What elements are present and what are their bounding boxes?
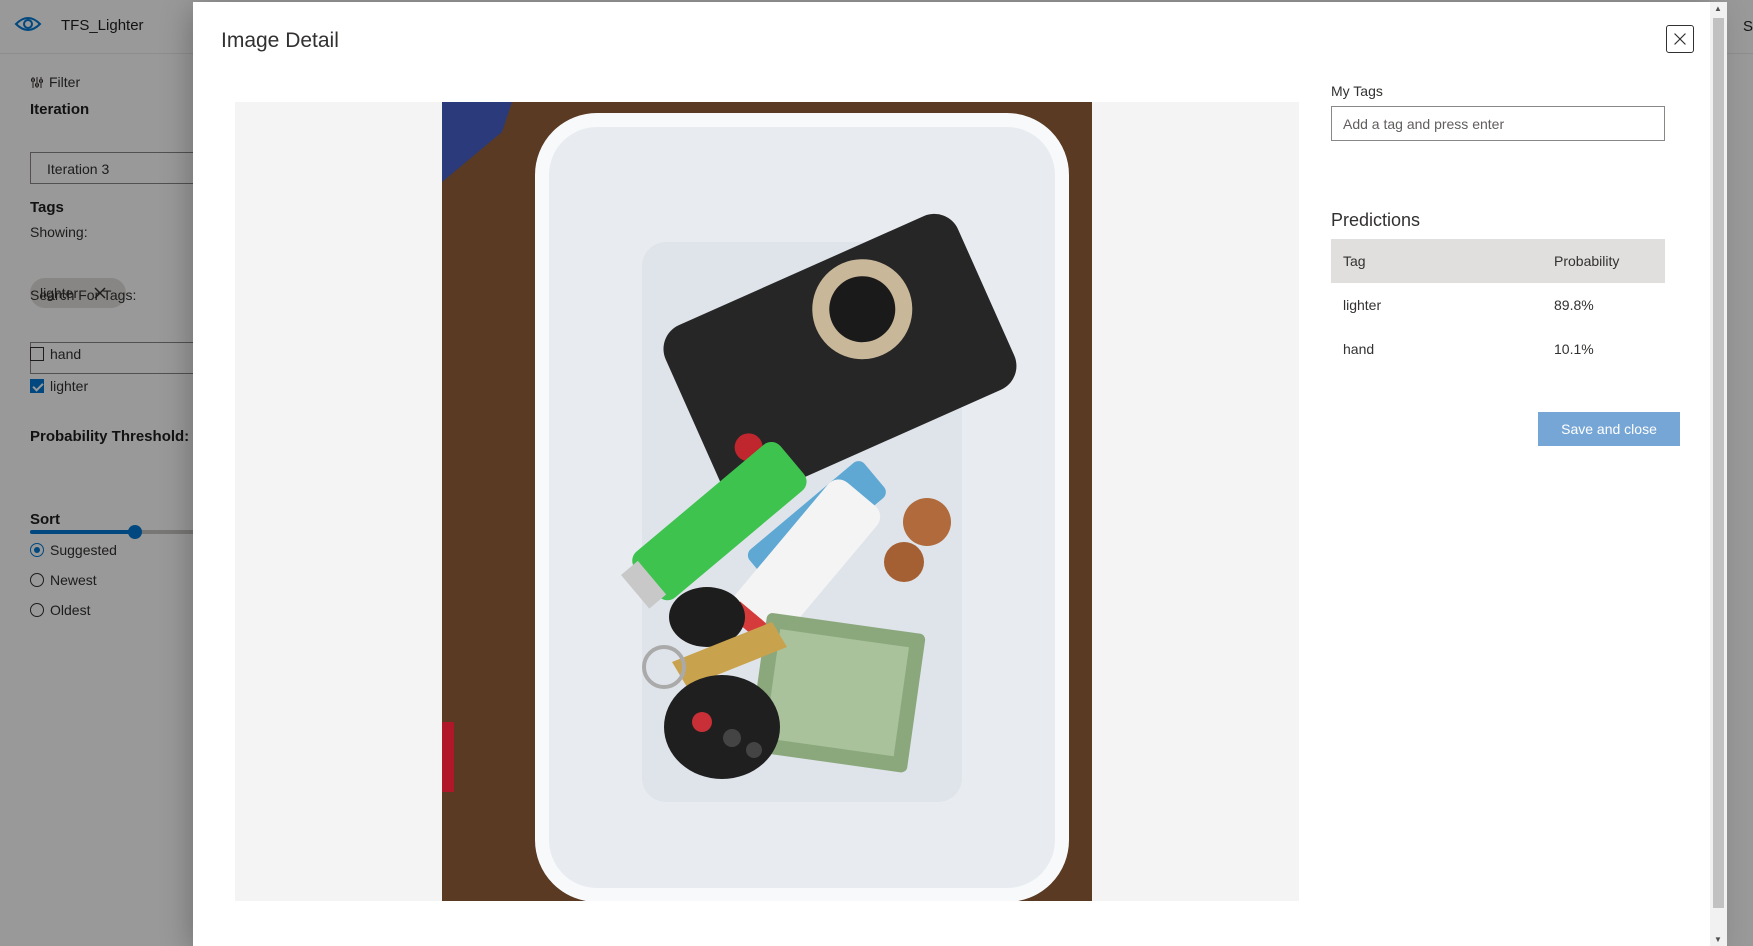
column-header-probability: Probability [1554,239,1665,283]
close-icon [1674,33,1686,45]
save-and-close-button[interactable]: Save and close [1538,412,1680,446]
prediction-tag: hand [1343,341,1375,357]
predictions-title: Predictions [1331,210,1421,230]
column-header-tag: Tag [1331,239,1554,283]
scroll-down-arrow-icon[interactable]: ▼ [1714,935,1722,944]
scrollbar-thumb[interactable] [1713,18,1724,908]
table-row: lighter 89.8% [1331,283,1665,327]
predictions-table: Tag Probability lighter 89.8% hand 10.1% [1331,239,1665,371]
predictions-header-row: Tag Probability [1331,239,1665,283]
close-button[interactable] [1666,25,1694,53]
tag-input[interactable] [1331,106,1665,141]
scroll-up-arrow-icon[interactable]: ▲ [1714,4,1722,13]
table-row: hand 10.1% [1331,327,1665,371]
dialog-title: Image Detail [221,29,339,52]
image-preview-area [235,102,1299,901]
prediction-probability: 10.1% [1554,341,1594,357]
dialog-scrollbar[interactable]: ▲ ▼ [1710,2,1727,946]
prediction-probability: 89.8% [1554,297,1594,313]
image-detail-dialog: Image Detail My Tags Add a tag and press… [193,2,1727,946]
prediction-tag: lighter [1343,297,1382,313]
tray-photo [442,102,1092,901]
my-tags-label: My Tags [1331,83,1383,99]
